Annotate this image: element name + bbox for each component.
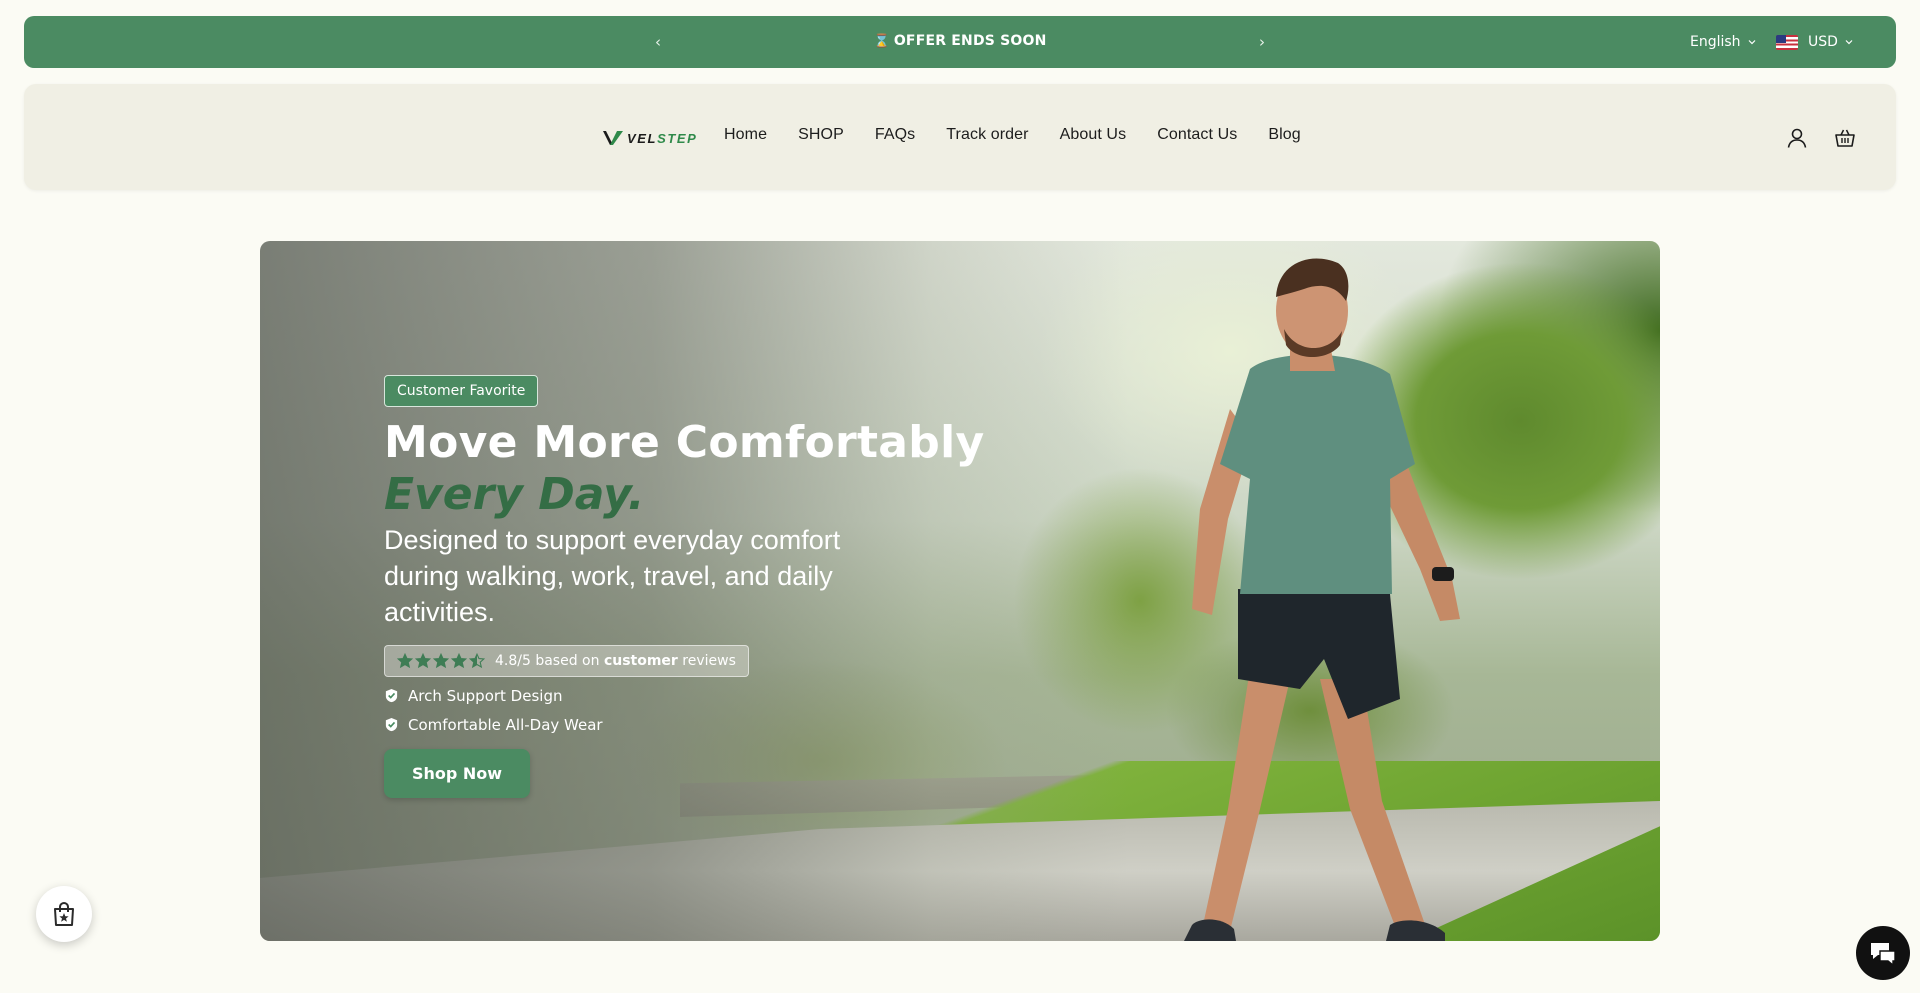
nav-shop[interactable]: SHOP [798,126,844,144]
cart-button[interactable] [1832,125,1858,151]
brand-logo[interactable]: VELSTEP [602,128,697,148]
nav-faqs[interactable]: FAQs [875,126,915,144]
chevron-down-icon [1748,40,1755,45]
check-badge-icon [385,717,398,732]
star-rating [397,652,485,669]
chevron-right-icon: › [1259,33,1265,51]
currency-label: USD [1808,34,1838,50]
rating-summary: 4.8/5 based on customer reviews [384,644,749,677]
star-full-icon [433,652,449,668]
cart-icon [1835,129,1855,147]
nav-track-order[interactable]: Track order [946,126,1028,144]
hero-subheadline: Designed to support everyday comfort dur… [384,524,841,627]
announcement-text: ⌛ OFFER ENDS SOON [24,33,1896,49]
feature-label: Comfortable All-Day Wear [408,715,603,734]
announcement-label: OFFER ENDS SOON [893,33,1047,49]
main-nav: Home SHOP FAQs Track order About Us Cont… [724,126,1301,144]
chat-widget-button[interactable] [1856,926,1910,980]
chat-icon [1871,943,1896,966]
hero-banner: Customer Favorite Move More Comfortably … [260,241,1660,941]
check-badge-icon [385,688,398,703]
nav-contact-us[interactable]: Contact Us [1157,126,1237,144]
language-selector[interactable]: English [1690,31,1757,53]
announcement-next-button[interactable]: › [1252,31,1272,53]
hourglass-icon: ⌛ [873,34,890,49]
feature-list: Arch Support Design Comfortable All-Day … [384,687,904,734]
nav-about-us[interactable]: About Us [1060,126,1127,144]
chevron-down-icon [1845,40,1853,45]
hero-headline-accent: Every Day. [384,468,645,520]
logo-mark-icon [603,131,623,145]
language-label: English [1690,34,1741,50]
logo-wordmark: VELSTEP [627,130,698,146]
us-flag-icon [1776,34,1798,50]
star-full-icon [415,652,431,668]
rating-text: 4.8/5 based on customer reviews [495,652,736,669]
account-button[interactable] [1784,125,1810,151]
feature-item: Arch Support Design [384,687,904,705]
hero-content: Customer Favorite Move More Comfortably … [384,375,985,798]
announcement-bar: ‹ ⌛ OFFER ENDS SOON › English USD [24,16,1896,68]
feature-item: Comfortable All-Day Wear [384,716,904,734]
currency-selector[interactable]: USD [1776,31,1854,53]
shopping-bag-icon [54,901,74,926]
shopping-assistant-button[interactable] [36,886,92,942]
star-full-icon [451,652,467,668]
nav-home[interactable]: Home [724,126,767,144]
user-icon [1787,128,1807,148]
star-full-icon [397,652,413,668]
customer-favorite-badge: Customer Favorite [384,375,539,407]
nav-blog[interactable]: Blog [1268,126,1300,144]
feature-label: Arch Support Design [408,686,563,705]
shop-now-button[interactable]: Shop Now [384,748,530,798]
hero-headline: Move More Comfortably [384,417,985,468]
star-half-icon [469,652,485,668]
site-header: VELSTEP Home SHOP FAQs Track order About… [24,84,1896,190]
